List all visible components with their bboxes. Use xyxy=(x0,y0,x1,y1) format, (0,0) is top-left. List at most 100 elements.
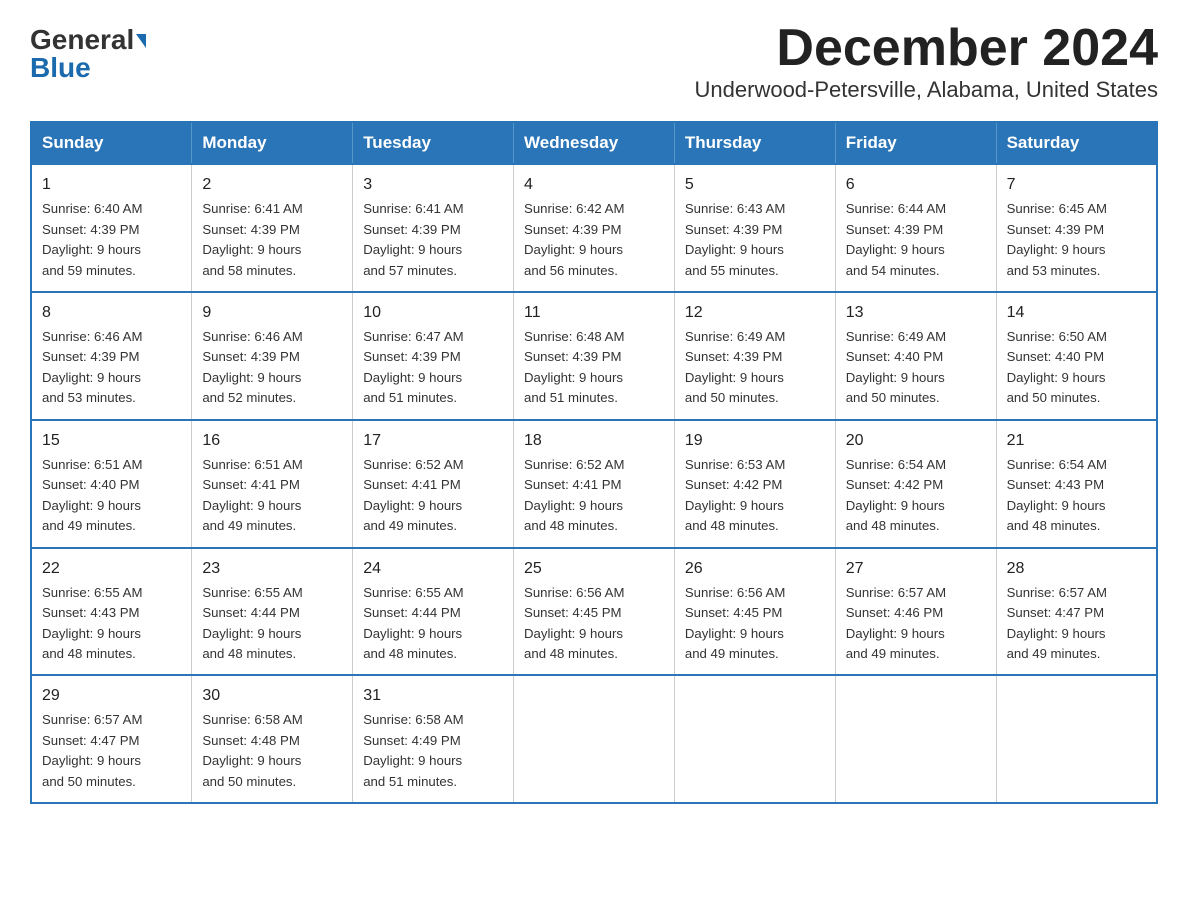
table-row: 13 Sunrise: 6:49 AMSunset: 4:40 PMDayligh… xyxy=(835,292,996,420)
day-info: Sunrise: 6:52 AMSunset: 4:41 PMDaylight:… xyxy=(524,457,624,533)
table-row: 24Sunrise: 6:55 AMSunset: 4:44 PMDayligh… xyxy=(353,548,514,676)
header-tuesday: Tuesday xyxy=(353,122,514,164)
table-row: 19Sunrise: 6:53 AMSunset: 4:42 PMDayligh… xyxy=(674,420,835,548)
day-info: Sunrise: 6:55 AMSunset: 4:44 PMDaylight:… xyxy=(202,585,302,661)
day-number: 19 xyxy=(685,429,825,453)
day-info: Sunrise: 6:57 AMSunset: 4:46 PMDaylight:… xyxy=(846,585,946,661)
day-number: 12 xyxy=(685,301,825,325)
day-number: 13 xyxy=(846,301,986,325)
table-row xyxy=(996,675,1157,803)
header-sunday: Sunday xyxy=(31,122,192,164)
day-number: 26 xyxy=(685,557,825,581)
table-row: 22 Sunrise: 6:55 AMSunset: 4:43 PMDayligh… xyxy=(31,548,192,676)
day-number: 29 xyxy=(42,684,181,708)
day-number: 28 xyxy=(1007,557,1146,581)
day-info: Sunrise: 6:44 AMSunset: 4:39 PMDaylight:… xyxy=(846,201,946,277)
day-number: 15 xyxy=(42,429,181,453)
day-info: Sunrise: 6:41 AMSunset: 4:39 PMDaylight:… xyxy=(363,201,463,277)
day-number: 4 xyxy=(524,173,664,197)
day-info: Sunrise: 6:55 AMSunset: 4:44 PMDaylight:… xyxy=(363,585,463,661)
day-number: 8 xyxy=(42,301,181,325)
day-number: 30 xyxy=(202,684,342,708)
day-info: Sunrise: 6:50 AMSunset: 4:40 PMDaylight:… xyxy=(1007,329,1107,405)
day-info: Sunrise: 6:58 AMSunset: 4:48 PMDaylight:… xyxy=(202,712,302,788)
page-header: General Blue December 2024 Underwood-Pet… xyxy=(30,20,1158,103)
table-row: 25Sunrise: 6:56 AMSunset: 4:45 PMDayligh… xyxy=(514,548,675,676)
table-row: 3 Sunrise: 6:41 AMSunset: 4:39 PMDaylight… xyxy=(353,164,514,292)
header-wednesday: Wednesday xyxy=(514,122,675,164)
table-row: 30 Sunrise: 6:58 AMSunset: 4:48 PMDayligh… xyxy=(192,675,353,803)
day-number: 10 xyxy=(363,301,503,325)
calendar-subtitle: Underwood-Petersville, Alabama, United S… xyxy=(695,77,1158,103)
day-info: Sunrise: 6:52 AMSunset: 4:41 PMDaylight:… xyxy=(363,457,463,533)
day-info: Sunrise: 6:54 AMSunset: 4:43 PMDaylight:… xyxy=(1007,457,1107,533)
day-number: 2 xyxy=(202,173,342,197)
day-info: Sunrise: 6:49 AMSunset: 4:40 PMDaylight:… xyxy=(846,329,946,405)
calendar-week-5: 29 Sunrise: 6:57 AMSunset: 4:47 PMDayligh… xyxy=(31,675,1157,803)
day-number: 18 xyxy=(524,429,664,453)
header-monday: Monday xyxy=(192,122,353,164)
day-info: Sunrise: 6:43 AMSunset: 4:39 PMDaylight:… xyxy=(685,201,785,277)
table-row: 14Sunrise: 6:50 AMSunset: 4:40 PMDayligh… xyxy=(996,292,1157,420)
table-row: 9 Sunrise: 6:46 AMSunset: 4:39 PMDaylight… xyxy=(192,292,353,420)
day-info: Sunrise: 6:51 AMSunset: 4:40 PMDaylight:… xyxy=(42,457,142,533)
table-row xyxy=(514,675,675,803)
day-number: 31 xyxy=(363,684,503,708)
logo-general-text: General xyxy=(30,24,134,55)
logo-triangle-icon xyxy=(136,34,146,48)
day-info: Sunrise: 6:41 AMSunset: 4:39 PMDaylight:… xyxy=(202,201,302,277)
day-info: Sunrise: 6:58 AMSunset: 4:49 PMDaylight:… xyxy=(363,712,463,788)
table-row: 26 Sunrise: 6:56 AMSunset: 4:45 PMDayligh… xyxy=(674,548,835,676)
table-row: 7 Sunrise: 6:45 AMSunset: 4:39 PMDaylight… xyxy=(996,164,1157,292)
day-info: Sunrise: 6:40 AMSunset: 4:39 PMDaylight:… xyxy=(42,201,142,277)
day-info: Sunrise: 6:57 AMSunset: 4:47 PMDaylight:… xyxy=(1007,585,1107,661)
title-block: December 2024 Underwood-Petersville, Ala… xyxy=(695,20,1158,103)
day-info: Sunrise: 6:56 AMSunset: 4:45 PMDaylight:… xyxy=(685,585,785,661)
table-row: 5 Sunrise: 6:43 AMSunset: 4:39 PMDaylight… xyxy=(674,164,835,292)
day-info: Sunrise: 6:54 AMSunset: 4:42 PMDaylight:… xyxy=(846,457,946,533)
table-row: 12 Sunrise: 6:49 AMSunset: 4:39 PMDayligh… xyxy=(674,292,835,420)
logo-blue-text: Blue xyxy=(30,52,91,83)
day-info: Sunrise: 6:46 AMSunset: 4:39 PMDaylight:… xyxy=(202,329,302,405)
header-friday: Friday xyxy=(835,122,996,164)
day-number: 20 xyxy=(846,429,986,453)
day-info: Sunrise: 6:49 AMSunset: 4:39 PMDaylight:… xyxy=(685,329,785,405)
day-number: 7 xyxy=(1007,173,1146,197)
day-info: Sunrise: 6:42 AMSunset: 4:39 PMDaylight:… xyxy=(524,201,624,277)
calendar-title: December 2024 xyxy=(695,20,1158,77)
table-row: 10 Sunrise: 6:47 AMSunset: 4:39 PMDayligh… xyxy=(353,292,514,420)
header-saturday: Saturday xyxy=(996,122,1157,164)
day-info: Sunrise: 6:47 AMSunset: 4:39 PMDaylight:… xyxy=(363,329,463,405)
day-number: 5 xyxy=(685,173,825,197)
day-number: 17 xyxy=(363,429,503,453)
table-row: 11Sunrise: 6:48 AMSunset: 4:39 PMDayligh… xyxy=(514,292,675,420)
calendar-week-1: 1 Sunrise: 6:40 AMSunset: 4:39 PMDaylight… xyxy=(31,164,1157,292)
day-info: Sunrise: 6:57 AMSunset: 4:47 PMDaylight:… xyxy=(42,712,142,788)
table-row xyxy=(835,675,996,803)
day-number: 25 xyxy=(524,557,664,581)
day-number: 27 xyxy=(846,557,986,581)
day-number: 3 xyxy=(363,173,503,197)
day-number: 22 xyxy=(42,557,181,581)
table-row: 17 Sunrise: 6:52 AMSunset: 4:41 PMDayligh… xyxy=(353,420,514,548)
table-row: 27 Sunrise: 6:57 AMSunset: 4:46 PMDayligh… xyxy=(835,548,996,676)
table-row: 31 Sunrise: 6:58 AMSunset: 4:49 PMDayligh… xyxy=(353,675,514,803)
day-number: 11 xyxy=(524,301,664,325)
day-number: 1 xyxy=(42,173,181,197)
day-number: 23 xyxy=(202,557,342,581)
header-thursday: Thursday xyxy=(674,122,835,164)
table-row: 28 Sunrise: 6:57 AMSunset: 4:47 PMDayligh… xyxy=(996,548,1157,676)
day-info: Sunrise: 6:55 AMSunset: 4:43 PMDaylight:… xyxy=(42,585,142,661)
table-row: 29 Sunrise: 6:57 AMSunset: 4:47 PMDayligh… xyxy=(31,675,192,803)
day-number: 16 xyxy=(202,429,342,453)
day-number: 9 xyxy=(202,301,342,325)
day-info: Sunrise: 6:45 AMSunset: 4:39 PMDaylight:… xyxy=(1007,201,1107,277)
logo-blue-row: Blue xyxy=(30,54,91,82)
day-info: Sunrise: 6:51 AMSunset: 4:41 PMDaylight:… xyxy=(202,457,302,533)
table-row: 6Sunrise: 6:44 AMSunset: 4:39 PMDaylight… xyxy=(835,164,996,292)
calendar-week-2: 8 Sunrise: 6:46 AMSunset: 4:39 PMDaylight… xyxy=(31,292,1157,420)
day-info: Sunrise: 6:46 AMSunset: 4:39 PMDaylight:… xyxy=(42,329,142,405)
table-row: 4 Sunrise: 6:42 AMSunset: 4:39 PMDaylight… xyxy=(514,164,675,292)
logo-general-row: General xyxy=(30,26,146,54)
table-row: 8 Sunrise: 6:46 AMSunset: 4:39 PMDaylight… xyxy=(31,292,192,420)
